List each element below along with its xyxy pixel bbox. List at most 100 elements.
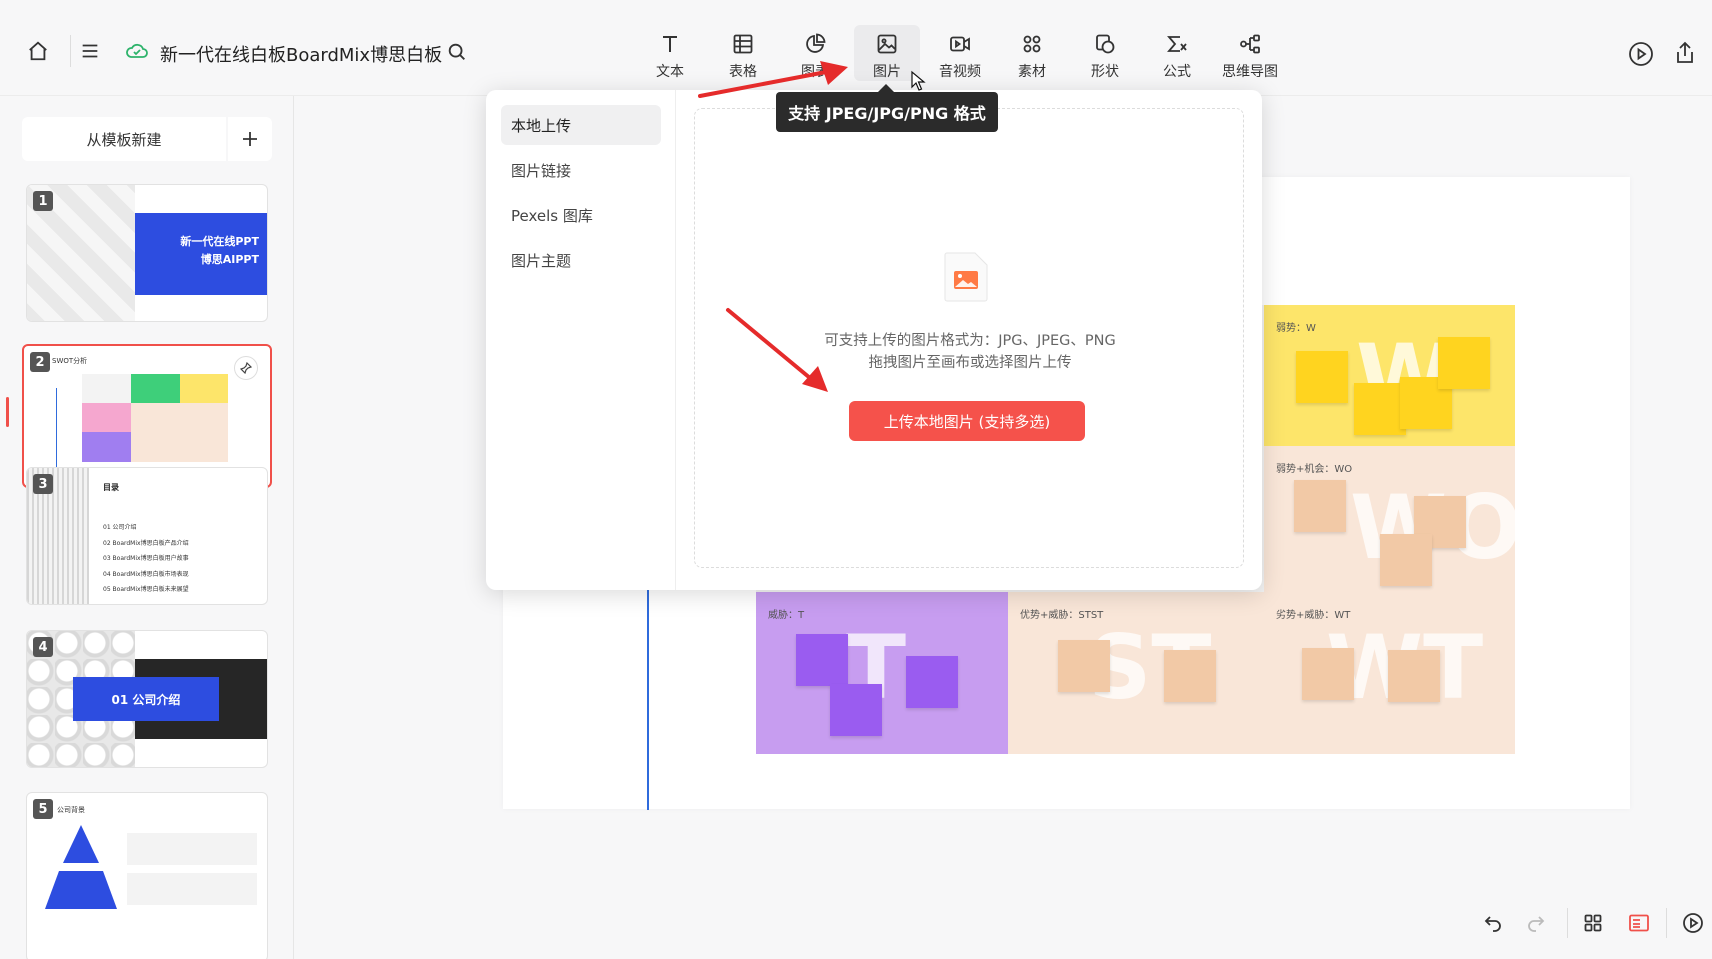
tool-formula-label: 公式 [1163, 64, 1191, 80]
mindmap-icon [1237, 31, 1263, 57]
timeline-line [647, 580, 649, 810]
divider [1666, 908, 1667, 938]
sticky-note[interactable] [1058, 640, 1110, 692]
pin-icon[interactable] [234, 356, 258, 380]
swot-cell-wo: 弱势+机会：WO WO [1264, 446, 1515, 592]
swot-cell-wt: 劣势+威胁：WT WT [1264, 592, 1515, 754]
cell-title: 弱势：W [1276, 323, 1316, 334]
tab-pexels-library[interactable]: Pexels 图库 [501, 195, 661, 235]
text-block [127, 873, 257, 905]
cloud-saved-icon [124, 39, 150, 63]
slide-thumbnail-1[interactable]: 1 新一代在线PPT 博思AIPPT [26, 184, 268, 322]
document-title[interactable]: 新一代在线白板BoardMix博思白板 [160, 41, 442, 67]
tool-video[interactable]: 音视频 [927, 25, 993, 81]
slide-title: 公司背景 [57, 806, 85, 814]
tool-video-label: 音视频 [939, 64, 981, 80]
sticky-note[interactable] [796, 634, 848, 686]
grid-view-icon[interactable] [1578, 908, 1608, 938]
tool-text-label: 文本 [656, 64, 684, 80]
upload-hint-formats: 可支持上传的图片格式为：JPG、JPEG、PNG [824, 333, 1116, 349]
table-icon [730, 31, 756, 57]
slides-panel: 从模板新建 1 新一代在线PPT 博思AIPPT 2 SWOT分析 3 目录 0… [0, 96, 294, 959]
tool-assets-label: 素材 [1018, 64, 1046, 80]
sticky-note[interactable] [1380, 534, 1432, 586]
shape-icon [1092, 31, 1118, 57]
mouse-cursor-icon [911, 70, 926, 91]
tool-image-label: 图片 [873, 64, 901, 80]
sticky-note[interactable] [1438, 337, 1490, 389]
slide-view-icon[interactable] [1624, 908, 1654, 938]
home-icon[interactable] [24, 37, 52, 65]
present-icon[interactable] [1678, 908, 1708, 938]
tooltip-arrow [878, 84, 894, 92]
sticky-note[interactable] [830, 684, 882, 736]
toc-item: 04 BoardMix博思白板市场表现 [103, 570, 189, 578]
assets-icon [1019, 31, 1045, 57]
image-file-icon [944, 252, 988, 302]
image-insert-panel: 本地上传 图片链接 Pexels 图库 图片主题 可支持上传的图片格式为：JPG… [486, 90, 1262, 590]
swot-cell-st: 优势+威胁：STST ST [1008, 592, 1264, 754]
slide-thumbnail-4[interactable]: 4 01 公司介绍 [26, 630, 268, 768]
tool-shape[interactable]: 形状 [1072, 25, 1138, 81]
slide-thumbnail-3[interactable]: 3 目录 01 公司介绍 02 BoardMix博思白板产品介绍 03 Boar… [26, 467, 268, 605]
toc-item: 05 BoardMix博思白板未来展望 [103, 586, 189, 593]
image-icon [874, 31, 900, 57]
slide-number: 1 [33, 191, 53, 211]
sticky-note[interactable] [1354, 383, 1406, 435]
text-block [127, 833, 257, 865]
tab-image-theme[interactable]: 图片主题 [501, 240, 661, 280]
toc-list: 01 公司介绍 02 BoardMix博思白板产品介绍 03 BoardMix博… [103, 520, 189, 598]
image-source-tabs: 本地上传 图片链接 Pexels 图库 图片主题 [486, 90, 676, 590]
toc-item: 03 BoardMix博思白板用户故事 [103, 555, 189, 562]
formula-icon [1164, 31, 1190, 57]
plus-icon [243, 132, 257, 146]
slide-title: SWOT分析 [52, 357, 88, 365]
slide-title: 目录 [103, 483, 119, 492]
menu-icon[interactable] [76, 37, 104, 65]
swot-cell-w: 弱势：W W [1264, 305, 1515, 446]
tool-table[interactable]: 表格 [710, 25, 776, 81]
slide-subtitle: 博思AIPPT [200, 253, 259, 266]
sticky-note[interactable] [1164, 650, 1216, 702]
upload-hint-drag: 拖拽图片至画布或选择图片上传 [868, 355, 1072, 371]
new-from-template-button[interactable]: 从模板新建 [22, 117, 226, 161]
slide-number: 4 [33, 637, 53, 657]
slide-thumbnail-5[interactable]: 5 公司背景 [26, 792, 268, 959]
tool-mindmap[interactable]: 思维导图 [1217, 25, 1283, 81]
upload-dropzone[interactable]: 可支持上传的图片格式为：JPG、JPEG、PNG 拖拽图片至画布或选择图片上传 … [694, 108, 1244, 568]
format-tooltip: 支持 JPEG/JPG/PNG 格式 [776, 92, 998, 132]
search-icon[interactable] [444, 39, 470, 65]
undo-icon[interactable] [1478, 908, 1508, 938]
toc-item: 02 BoardMix博思白板产品介绍 [103, 539, 189, 547]
tool-formula[interactable]: 公式 [1144, 25, 1210, 81]
toc-item: 01 公司介绍 [103, 524, 137, 531]
tool-table-label: 表格 [729, 64, 757, 80]
tab-image-link[interactable]: 图片链接 [501, 150, 661, 190]
add-slide-button[interactable] [228, 117, 272, 161]
sticky-note[interactable] [906, 656, 958, 708]
sticky-note[interactable] [1388, 650, 1440, 702]
slide-title: 新一代在线PPT [180, 235, 259, 248]
text-icon [657, 31, 683, 57]
redo-icon[interactable] [1521, 908, 1551, 938]
slide-title: 01 公司介绍 [73, 677, 219, 721]
tab-local-upload[interactable]: 本地上传 [501, 105, 661, 145]
play-icon[interactable] [1626, 39, 1656, 69]
tool-text[interactable]: 文本 [637, 25, 703, 81]
upload-local-image-button[interactable]: 上传本地图片 (支持多选) [849, 401, 1085, 441]
tool-chart[interactable]: 图表 [782, 25, 848, 81]
video-icon [947, 31, 973, 57]
sticky-note[interactable] [1302, 648, 1354, 700]
tool-shape-label: 形状 [1091, 64, 1119, 80]
divider [70, 35, 71, 67]
slide-title-block: 新一代在线PPT 博思AIPPT [135, 213, 267, 295]
sticky-note[interactable] [1294, 480, 1346, 532]
slide-number: 2 [30, 352, 50, 372]
pyramid-shape [45, 825, 117, 909]
sticky-note[interactable] [1296, 351, 1348, 403]
divider [1567, 908, 1568, 938]
tool-chart-label: 图表 [801, 64, 829, 80]
tool-assets[interactable]: 素材 [999, 25, 1065, 81]
cell-title: 弱势+机会：WO [1276, 464, 1353, 475]
share-icon[interactable] [1670, 38, 1700, 68]
